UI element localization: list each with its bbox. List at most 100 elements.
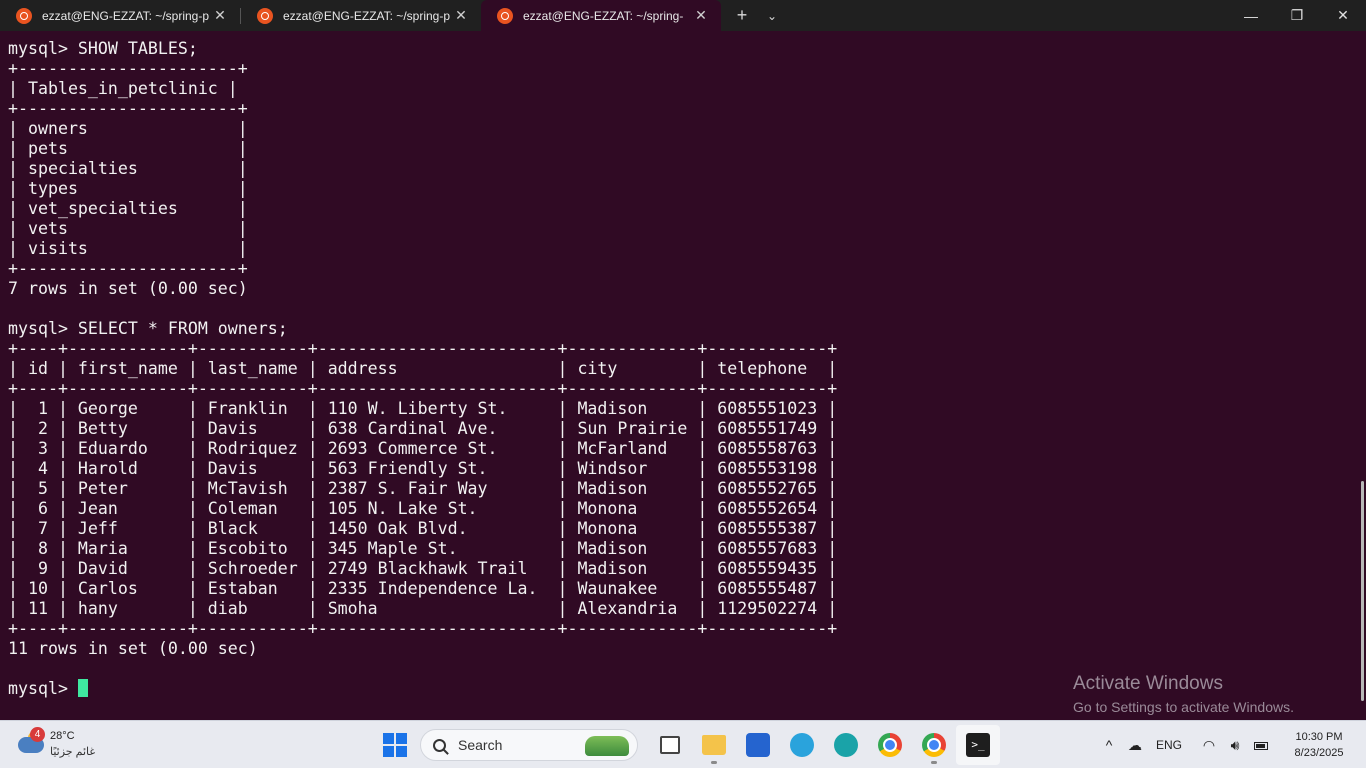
title-bar: ezzat@ENG-EZZAT: ~/spring-p ✕ ezzat@ENG-…	[0, 0, 1366, 31]
window-controls: — ❐ ✕	[1228, 0, 1366, 31]
terminal-line: mysql> SELECT * FROM owners;	[8, 319, 288, 338]
terminal-line: 7 rows in set (0.00 sec)	[8, 279, 248, 298]
terminal-line: | vet_specialties |	[8, 199, 248, 218]
terminal-line: | owners |	[8, 119, 248, 138]
windows-logo-icon	[396, 733, 407, 744]
tab-actions: + ⌄	[727, 0, 787, 31]
weather-condition: غائم جزئيًا	[50, 746, 96, 758]
terminal-line: | 7 | Jeff | Black | 1450 Oak Blvd. | Mo…	[8, 519, 838, 538]
terminal-line: | specialties |	[8, 159, 248, 178]
terminal-line: +----+------------+-----------+---------…	[8, 379, 838, 398]
new-tab-button[interactable]: +	[727, 5, 757, 26]
terminal-line: | 4 | Harold | Davis | 563 Friendly St. …	[8, 459, 838, 478]
terminal-line: | 8 | Maria | Escobito | 345 Maple St. |…	[8, 539, 838, 558]
close-tab-icon[interactable]: ✕	[451, 7, 471, 24]
terminal-line: | 1 | George | Franklin | 110 W. Liberty…	[8, 399, 838, 418]
ubuntu-icon	[16, 7, 32, 24]
telegram-icon	[790, 733, 814, 757]
terminal-line: +----------------------+	[8, 259, 248, 278]
windows-logo-icon	[396, 746, 407, 757]
terminal-line: +----+------------+-----------+---------…	[8, 619, 838, 638]
terminal-line: | 5 | Peter | McTavish | 2387 S. Fair Wa…	[8, 479, 838, 498]
scrollbar-thumb[interactable]	[1361, 481, 1364, 701]
weather-temperature: 28°C	[50, 730, 75, 742]
clock-time: 10:30 PM	[1295, 731, 1343, 743]
taskbar-search[interactable]: Search	[420, 729, 638, 761]
terminal-line: +----------------------+	[8, 59, 248, 78]
system-clock[interactable]: 10:30 PM 8/23/2025	[1280, 729, 1358, 761]
chrome-icon	[878, 733, 902, 757]
onedrive-icon[interactable]: ☁	[1122, 737, 1148, 754]
store-button[interactable]	[736, 725, 780, 765]
chrome-profile-button[interactable]	[912, 725, 956, 765]
task-view-icon	[660, 736, 680, 754]
notification-badge: 4	[30, 727, 45, 742]
system-tray: ^ ☁ ENG ◠ 🔊︎ 10:30 PM 8/23/2025	[1096, 721, 1366, 768]
terminal-line: +----+------------+-----------+---------…	[8, 339, 838, 358]
terminal-line: | id | first_name | last_name | address …	[8, 359, 838, 378]
terminal-line: 11 rows in set (0.00 sec)	[8, 639, 258, 658]
start-button[interactable]	[378, 728, 412, 762]
terminal-output: mysql> SHOW TABLES; +-------------------…	[8, 39, 837, 699]
task-view-button[interactable]	[648, 725, 692, 765]
terminal-line: | 3 | Eduardo | Rodriquez | 2693 Commerc…	[8, 439, 838, 458]
terminal-line: | visits |	[8, 239, 248, 258]
terminal-button[interactable]: >_	[956, 725, 1000, 765]
taskbar-center: Search >_	[378, 725, 1000, 765]
windows-logo-icon	[383, 746, 394, 757]
watermark-title: Activate Windows	[1073, 673, 1223, 694]
terminal-line: | 11 | hany | diab | Smoha | Alexandria …	[8, 599, 838, 618]
watermark-subtitle: Go to Settings to activate Windows.	[1073, 699, 1294, 715]
volume-icon[interactable]: 🔊︎	[1222, 737, 1248, 754]
terminal-line: | 6 | Jean | Coleman | 105 N. Lake St. |…	[8, 499, 838, 518]
terminal-prompt: mysql>	[8, 679, 78, 698]
arduino-icon	[834, 733, 858, 757]
search-label: Search	[458, 737, 503, 753]
terminal-icon: >_	[966, 733, 990, 757]
ubuntu-icon	[257, 7, 273, 24]
terminal-line: | vets |	[8, 219, 248, 238]
tab-dropdown-chevron-icon[interactable]: ⌄	[757, 9, 787, 23]
chrome-icon	[922, 733, 946, 757]
terminal-line: | Tables_in_petclinic |	[8, 79, 238, 98]
chrome-button[interactable]	[868, 725, 912, 765]
file-explorer-button[interactable]	[692, 725, 736, 765]
terminal-line: mysql> SHOW TABLES;	[8, 39, 198, 58]
terminal-viewport[interactable]: mysql> SHOW TABLES; +-------------------…	[0, 31, 1366, 720]
close-window-button[interactable]: ✕	[1320, 0, 1366, 31]
minimize-button[interactable]: —	[1228, 0, 1274, 31]
windows-logo-icon	[383, 733, 394, 744]
ubuntu-icon	[497, 7, 513, 24]
terminal-lines: mysql> SHOW TABLES; +-------------------…	[8, 39, 837, 658]
folder-icon	[702, 735, 726, 755]
clock-date: 8/23/2025	[1294, 747, 1344, 759]
tab-title: ezzat@ENG-EZZAT: ~/spring-p	[42, 8, 210, 23]
text-cursor	[77, 679, 88, 697]
telegram-button[interactable]	[780, 725, 824, 765]
terminal-line: | pets |	[8, 139, 248, 158]
search-highlight-icon	[585, 736, 629, 756]
terminal-line: +----------------------+	[8, 99, 248, 118]
tab-terminal-2[interactable]: ezzat@ENG-EZZAT: ~/spring-p ✕	[241, 0, 481, 31]
battery-icon[interactable]	[1248, 737, 1274, 753]
terminal-line: | 2 | Betty | Davis | 638 Cardinal Ave. …	[8, 419, 838, 438]
language-indicator[interactable]: ENG	[1156, 738, 1182, 752]
activation-watermark: Activate Windows Go to Settings to activ…	[1073, 673, 1294, 715]
terminal-line: | 9 | David | Schroeder | 2749 Blackhawk…	[8, 559, 838, 578]
tab-terminal-3[interactable]: ezzat@ENG-EZZAT: ~/spring- ✕	[481, 0, 721, 31]
tab-title: ezzat@ENG-EZZAT: ~/spring-p	[283, 8, 451, 23]
weather-widget[interactable]: 4 28°C غائم جزئيًا	[16, 727, 126, 763]
tab-title: ezzat@ENG-EZZAT: ~/spring-	[523, 8, 684, 23]
close-tab-icon[interactable]: ✕	[691, 7, 711, 24]
store-icon	[746, 733, 770, 757]
maximize-button[interactable]: ❐	[1274, 0, 1320, 31]
close-tab-icon[interactable]: ✕	[210, 7, 230, 24]
show-hidden-icons-chevron-icon[interactable]: ^	[1096, 737, 1122, 753]
search-icon	[433, 738, 446, 752]
taskbar: 4 28°C غائم جزئيًا Search >_ ^ ☁ ENG ◠ 🔊…	[0, 720, 1366, 768]
terminal-line: | types |	[8, 179, 248, 198]
arduino-button[interactable]	[824, 725, 868, 765]
tab-terminal-1[interactable]: ezzat@ENG-EZZAT: ~/spring-p ✕	[0, 0, 240, 31]
wifi-icon[interactable]: ◠	[1196, 737, 1222, 754]
terminal-line: | 10 | Carlos | Estaban | 2335 Independe…	[8, 579, 838, 598]
